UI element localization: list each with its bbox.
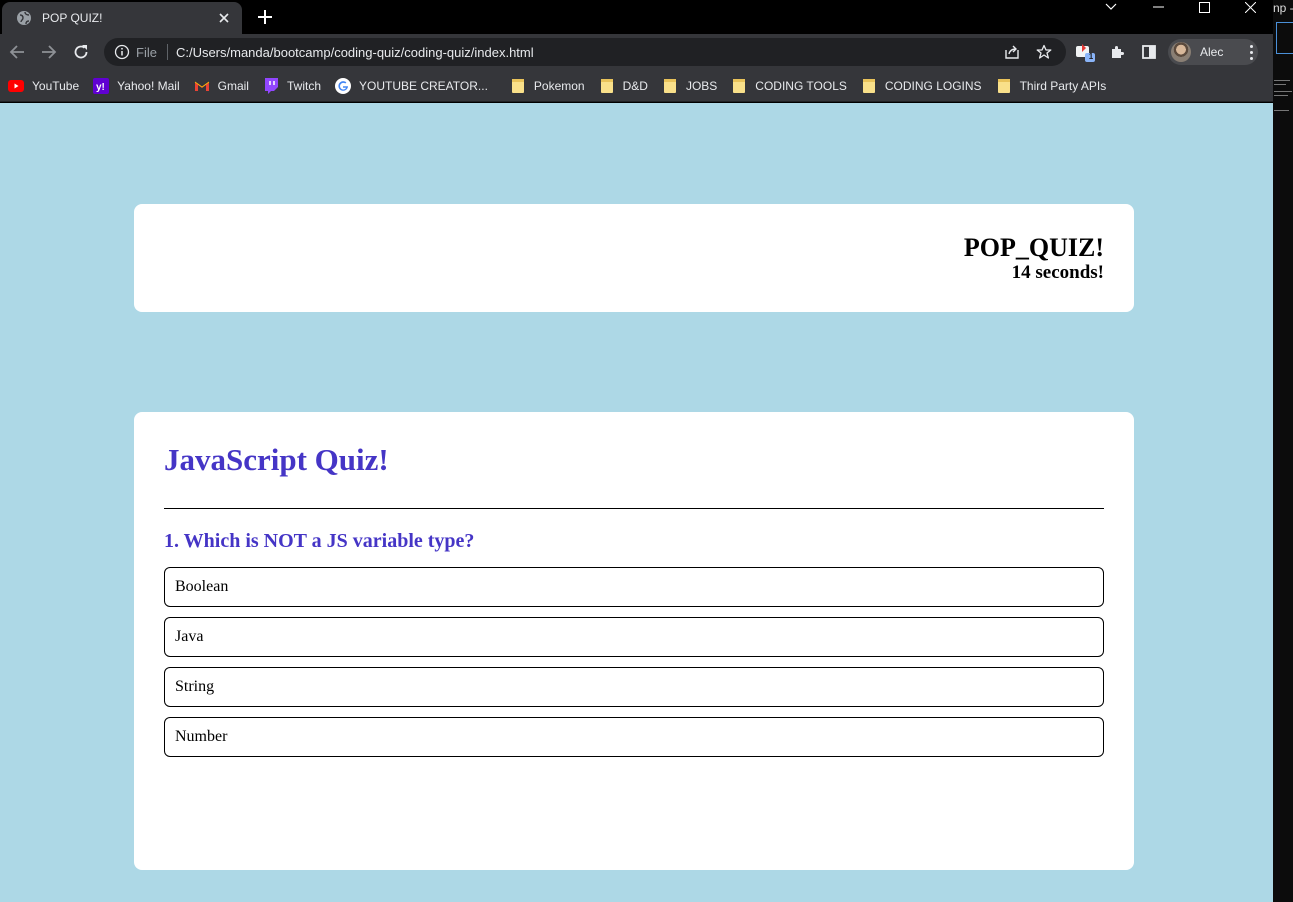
bookmark-gmail[interactable]: Gmail (194, 73, 257, 99)
google-icon (335, 77, 351, 94)
quiz-title: JavaScript Quiz! (164, 442, 389, 477)
browser-toolbar: File C:/Users/manda/bootcamp/coding-quiz… (0, 34, 1273, 70)
bookmark-folder-pokemon[interactable]: Pokemon (510, 73, 593, 99)
question-text: 1. Which is NOT a JS variable type? (164, 530, 475, 552)
folder-icon (599, 78, 615, 94)
close-tab-icon[interactable] (214, 8, 234, 28)
extension-badge-count: 1 (1088, 52, 1094, 61)
tab-search-chevron-icon[interactable] (1096, 0, 1126, 14)
more-menu-icon[interactable] (1240, 40, 1262, 64)
back-arrow-icon[interactable] (3, 38, 31, 66)
minimize-icon[interactable] (1143, 0, 1173, 14)
quiz-card: JavaScript Quiz! 1. Which is NOT a JS va… (134, 412, 1134, 870)
bookmark-label: YOUTUBE CREATOR... (359, 78, 488, 93)
bookmark-folder-coding-logins[interactable]: CODING LOGINS (861, 73, 990, 99)
answer-option-string[interactable]: String (164, 667, 1104, 707)
answer-option-java[interactable]: Java (164, 617, 1104, 657)
divider (164, 508, 1104, 509)
close-window-icon[interactable] (1235, 0, 1265, 14)
bookmark-folder-dnd[interactable]: D&D (599, 73, 656, 99)
yahoo-icon: y! (93, 77, 110, 94)
page-title: POP_QUIZ! (963, 233, 1104, 262)
bookmark-youtube[interactable]: YouTube (8, 73, 87, 99)
omnibox-divider (166, 44, 168, 60)
bookmark-youtube-creator[interactable]: YOUTUBE CREATOR... (335, 73, 496, 99)
bookmark-label: Twitch (286, 78, 321, 93)
side-panel-icon[interactable] (1138, 41, 1160, 63)
folder-icon (662, 78, 678, 94)
share-icon[interactable] (1002, 42, 1022, 62)
twitch-icon (263, 77, 279, 94)
profile-name: Alec (1200, 45, 1224, 59)
bookmark-label: D&D (622, 78, 648, 93)
address-bar[interactable]: File C:/Users/manda/bootcamp/coding-quiz… (104, 38, 1066, 66)
page-content: POP_QUIZ! 14 seconds! JavaScript Quiz! 1… (0, 103, 1273, 902)
folder-icon (861, 78, 877, 94)
bookmark-label: CODING TOOLS (755, 78, 847, 93)
background-window-line (1274, 95, 1288, 96)
bookmarks-bar: YouTube y! Yahoo! Mail Gmail Twitch YOUT… (0, 70, 1273, 102)
bookmark-label: Gmail (217, 78, 249, 93)
background-window-frame (1276, 22, 1293, 54)
info-icon[interactable] (114, 44, 130, 60)
avatar (1171, 42, 1191, 62)
folder-icon (510, 78, 526, 94)
scheme-label: File (136, 44, 157, 60)
folder-icon (996, 78, 1012, 94)
tab-pop-quiz[interactable]: POP QUIZ! (2, 2, 242, 34)
tab-title: POP QUIZ! (42, 11, 103, 25)
bookmark-star-icon[interactable] (1034, 42, 1054, 62)
background-window-line (1274, 80, 1290, 81)
youtube-icon (8, 78, 24, 94)
timer-display: 14 seconds! (1011, 262, 1104, 283)
bookmark-folder-coding-tools[interactable]: CODING TOOLS (731, 73, 855, 99)
browser-window: POP QUIZ! File C:/Users/manda/bootcamp/c… (0, 0, 1273, 902)
gmail-icon (194, 78, 210, 94)
new-tab-button[interactable] (253, 5, 277, 29)
maximize-icon[interactable] (1189, 0, 1219, 14)
bookmark-folder-jobs[interactable]: JOBS (662, 73, 725, 99)
bookmark-folder-third-party-apis[interactable]: Third Party APIs (996, 73, 1115, 99)
reload-icon[interactable] (67, 38, 95, 66)
extensions-puzzle-icon[interactable] (1106, 41, 1128, 63)
svg-text:y!: y! (96, 82, 105, 93)
forward-arrow-icon[interactable] (35, 38, 63, 66)
quiz-header: POP_QUIZ! 14 seconds! (134, 204, 1134, 312)
globe-icon (16, 10, 32, 26)
tab-strip: POP QUIZ! (0, 0, 1273, 34)
background-window-title: np - (1273, 1, 1293, 15)
answer-list: Boolean Java String Number (164, 567, 1104, 757)
background-window-line (1274, 84, 1286, 85)
bookmark-label: Third Party APIs (1019, 78, 1107, 93)
background-window-line (1274, 91, 1292, 92)
bookmark-label: JOBS (685, 78, 718, 93)
bookmark-twitch[interactable]: Twitch (263, 73, 329, 99)
answer-option-boolean[interactable]: Boolean (164, 567, 1104, 607)
bookmark-yahoo-mail[interactable]: y! Yahoo! Mail (93, 73, 187, 99)
bookmark-label: Yahoo! Mail (117, 78, 180, 93)
background-window-line (1274, 110, 1289, 111)
url-text[interactable]: C:/Users/manda/bootcamp/coding-quiz/codi… (176, 45, 1002, 60)
bookmark-label: CODING LOGINS (884, 78, 982, 93)
answer-option-number[interactable]: Number (164, 717, 1104, 757)
background-window-edge: np - (1273, 0, 1293, 902)
extension-badge-icon[interactable]: 1 (1074, 41, 1096, 63)
bookmark-label: YouTube (32, 78, 80, 93)
folder-icon (731, 78, 747, 94)
bookmark-label: Pokemon (533, 78, 585, 93)
